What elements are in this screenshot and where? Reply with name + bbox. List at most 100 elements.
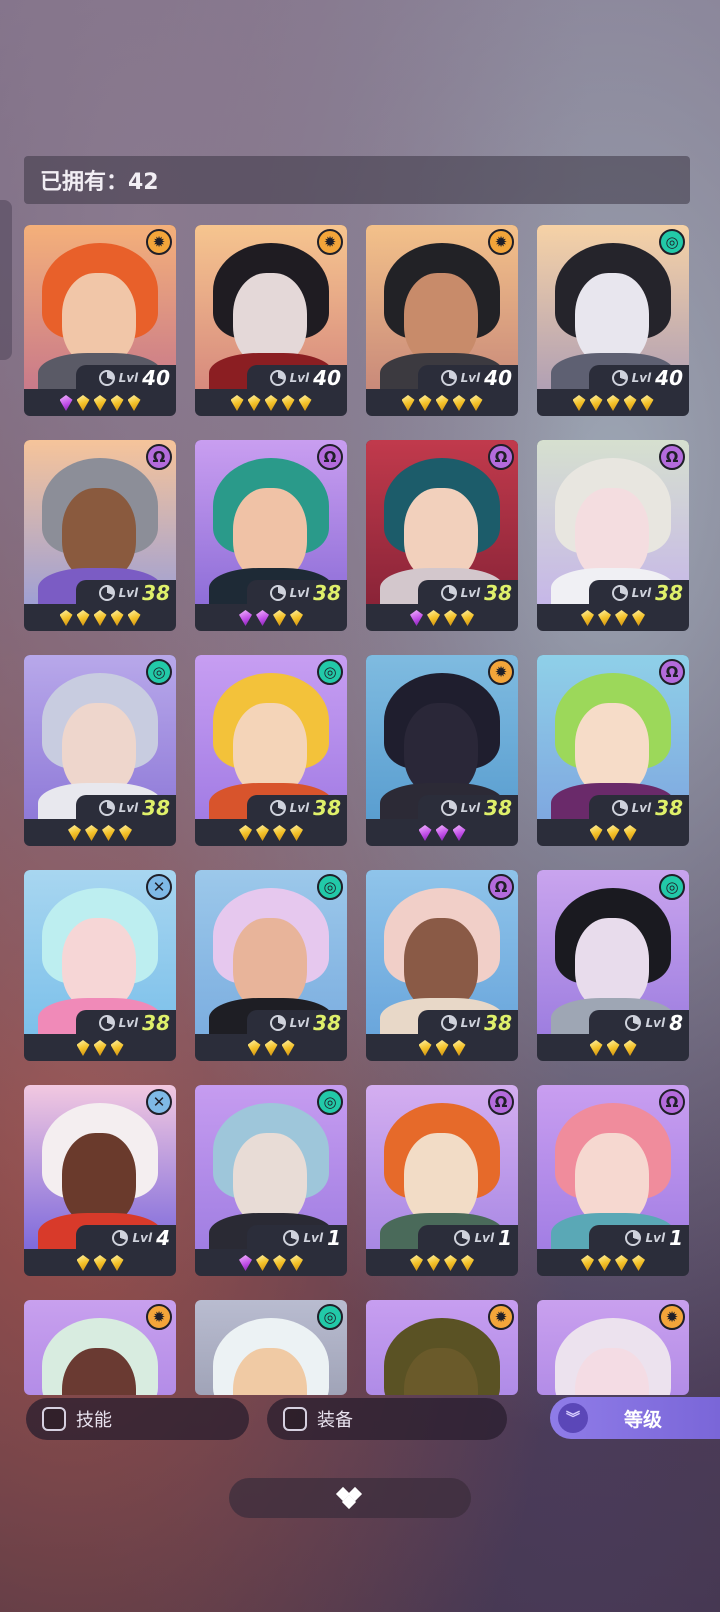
hero-card[interactable]: ✹ [24,1300,176,1395]
level-number: 38 [313,581,341,605]
gold-gem-icon [581,610,594,626]
gold-gem-icon [581,1255,594,1271]
level-prefix: Lvl [118,801,139,815]
skill-filter-toggle[interactable]: 技能 [26,1398,249,1440]
hero-grid-viewport[interactable]: ✹ Lvl 40 ✹ Lvl 40 ✹ Lvl 40 ◎ Lvl 40 Ω Lvl 38 Ω Lvl 38 Ω Lvl… [24,225,696,1397]
gold-gem-icon [273,1255,286,1271]
level-number: 38 [484,581,512,605]
hero-level-bar: Lvl 38 [589,580,689,606]
skill-progress-icon [440,370,457,386]
gold-gem-icon [290,825,303,841]
hero-card[interactable]: ✹ Lvl 38 [366,655,518,846]
skill-progress-icon [611,800,628,816]
gold-gem-icon [239,825,252,841]
skill-progress-icon [625,1230,642,1246]
side-drawer-tab[interactable] [0,200,12,360]
gold-gem-icon [93,395,107,411]
skill-progress-icon [98,1015,115,1031]
hero-level-bar: Lvl 1 [247,1225,347,1251]
hero-card[interactable]: ✹ Lvl 40 [195,225,347,416]
purple-gem-icon [452,825,466,841]
purple-gem-icon [435,825,449,841]
gold-gem-icon [632,610,645,626]
star-gems [366,1035,518,1061]
omega-faction-icon: Ω [488,874,514,900]
hero-level-bar: Lvl 38 [418,580,518,606]
equipment-filter-label: 装备 [317,1410,353,1431]
hero-card[interactable]: ◎ Lvl 8 [537,870,689,1061]
hero-card[interactable]: Ω Lvl 1 [366,1085,518,1276]
level-number: 1 [327,1226,341,1250]
gold-gem-icon [461,1255,474,1271]
level-number: 40 [142,366,170,390]
gold-gem-icon [623,395,637,411]
hero-card[interactable]: ◎ Lvl 1 [195,1085,347,1276]
omega-faction-icon: Ω [146,444,172,470]
sun-faction-icon: ✹ [317,229,343,255]
gold-gem-icon [589,1040,603,1056]
skill-filter-label: 技能 [76,1410,112,1431]
skill-checkbox[interactable] [42,1407,66,1431]
level-prefix: Lvl [132,1231,153,1245]
star-gems [195,1035,347,1061]
hero-card[interactable]: ✹ Lvl 40 [24,225,176,416]
hero-card[interactable]: ✕ Lvl 38 [24,870,176,1061]
gold-gem-icon [93,1255,107,1271]
gold-gem-icon [444,1255,457,1271]
gold-gem-icon [632,1255,645,1271]
skill-progress-icon [440,1015,457,1031]
gold-gem-icon [127,610,141,626]
level-number: 38 [655,581,683,605]
star-gems [366,390,518,416]
hero-card[interactable]: ◎ [195,1300,347,1395]
gold-gem-icon [623,1040,637,1056]
gold-gem-icon [85,825,98,841]
hero-card[interactable]: Ω Lvl 38 [537,440,689,631]
hero-card[interactable]: ◎ Lvl 38 [24,655,176,846]
hero-card[interactable]: Ω Lvl 1 [537,1085,689,1276]
equipment-checkbox[interactable] [283,1407,307,1431]
gold-gem-icon [606,395,620,411]
omega-faction-icon: Ω [317,444,343,470]
hero-card[interactable]: ✕ Lvl 4 [24,1085,176,1276]
hero-card[interactable]: Ω Lvl 38 [24,440,176,631]
omega-faction-icon: Ω [659,659,685,685]
level-number: 38 [484,796,512,820]
star-gems [24,1035,176,1061]
spiral-faction-icon: ◎ [659,874,685,900]
hero-card[interactable]: ✹ Lvl 40 [366,225,518,416]
gold-gem-icon [110,610,124,626]
gold-gem-icon [110,395,124,411]
gold-gem-icon [264,1040,278,1056]
cross-faction-icon: ✕ [146,874,172,900]
hero-grid: ✹ Lvl 40 ✹ Lvl 40 ✹ Lvl 40 ◎ Lvl 40 Ω Lvl 38 Ω Lvl 38 Ω Lvl… [24,225,696,1395]
hero-card[interactable]: Ω Lvl 38 [195,440,347,631]
collapse-handle[interactable] [229,1478,471,1518]
hero-card[interactable]: ✹ [537,1300,689,1395]
skill-progress-icon [98,585,115,601]
hero-level-bar: Lvl 38 [418,1010,518,1036]
gold-gem-icon [256,825,269,841]
purple-gem-icon [239,1255,252,1271]
gold-gem-icon [410,1255,423,1271]
level-prefix: Lvl [118,1016,139,1030]
hero-card[interactable]: ◎ Lvl 40 [537,225,689,416]
level-prefix: Lvl [118,371,139,385]
owned-count-bar: 已拥有：42 [24,156,690,204]
star-gems [24,1250,176,1276]
sun-faction-icon: ✹ [488,659,514,685]
hero-level-bar: Lvl 40 [76,365,176,391]
spiral-faction-icon: ◎ [317,1304,343,1330]
hero-card[interactable]: ✹ [366,1300,518,1395]
equipment-filter-toggle[interactable]: 装备 [267,1398,507,1440]
hero-card[interactable]: Ω Lvl 38 [537,655,689,846]
sort-by-level-button[interactable]: ︾ 等级 [550,1397,720,1439]
hero-card[interactable]: ◎ Lvl 38 [195,870,347,1061]
hero-level-bar: Lvl 38 [76,795,176,821]
gold-gem-icon [589,395,603,411]
hero-card[interactable]: Ω Lvl 38 [366,440,518,631]
level-number: 40 [313,366,341,390]
hero-card[interactable]: ◎ Lvl 38 [195,655,347,846]
gold-gem-icon [264,395,278,411]
hero-card[interactable]: Ω Lvl 38 [366,870,518,1061]
